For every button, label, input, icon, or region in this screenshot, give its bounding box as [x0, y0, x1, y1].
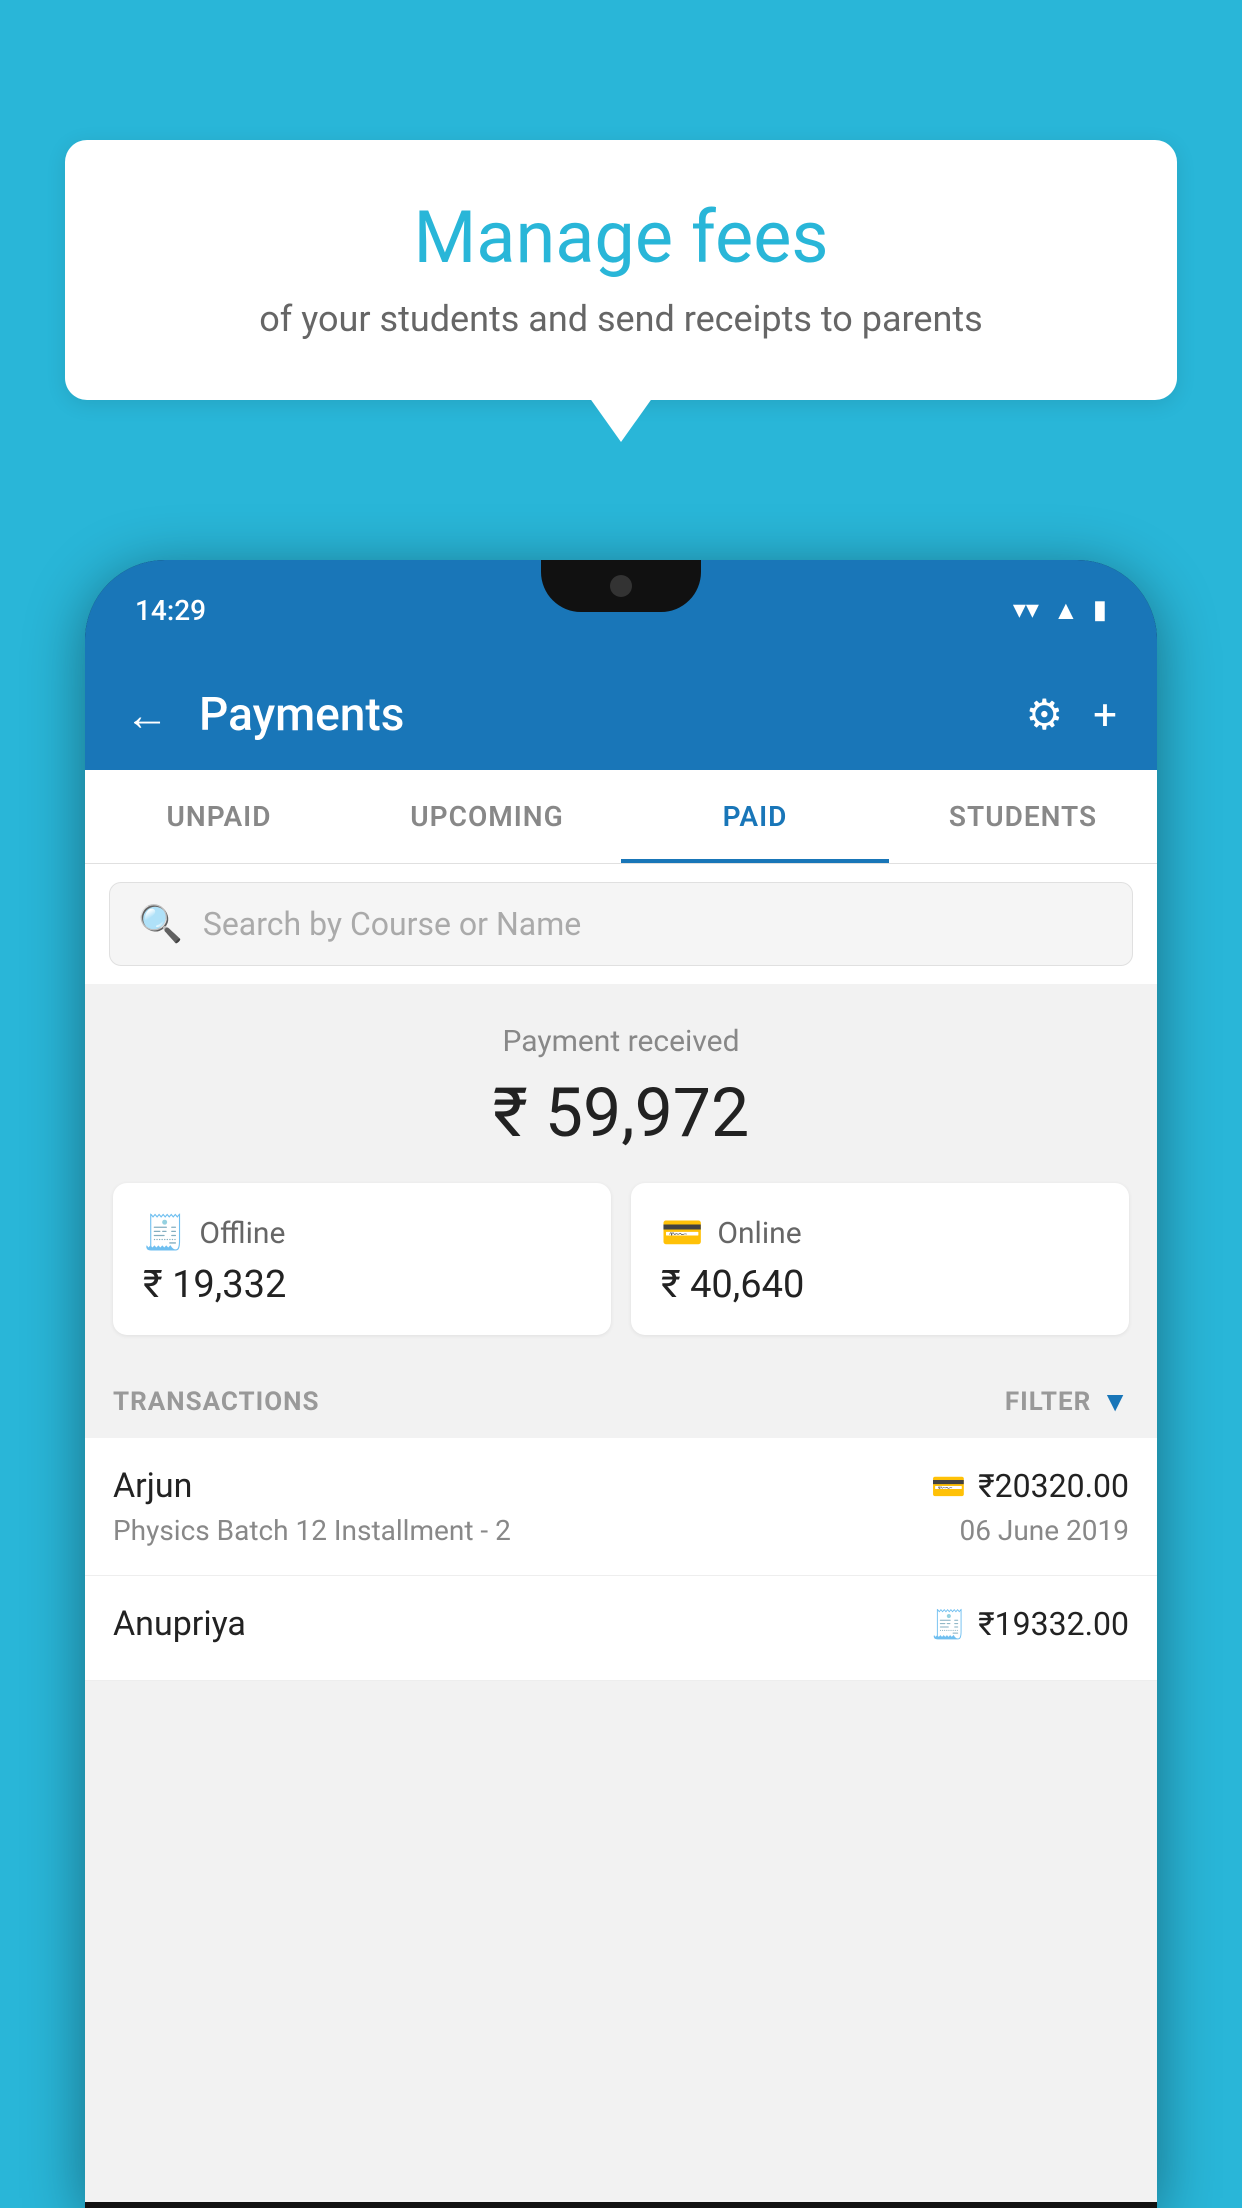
wifi-icon: ▾▾ [1013, 595, 1039, 625]
transaction-item[interactable]: Arjun 💳 ₹20320.00 Physics Batch 12 Insta… [85, 1438, 1157, 1576]
payment-label: Payment received [85, 1024, 1157, 1059]
add-icon[interactable]: + [1093, 691, 1117, 740]
status-time: 14:29 [135, 594, 206, 627]
search-icon: 🔍 [138, 903, 183, 945]
phone-notch [541, 560, 701, 612]
transaction-amount: ₹19332.00 [978, 1605, 1129, 1643]
settings-icon[interactable]: ⚙ [1026, 690, 1064, 740]
payment-summary: Payment received ₹ 59,972 [85, 984, 1157, 1183]
filter-icon: ▼ [1101, 1385, 1129, 1418]
cash-icon: 🧾 [931, 1608, 966, 1641]
offline-card: 🧾 Offline ₹ 19,332 [113, 1183, 611, 1335]
status-bar: 14:29 ▾▾ ▲ ▮ [85, 560, 1157, 660]
transaction-item[interactable]: Anupriya 🧾 ₹19332.00 [85, 1576, 1157, 1681]
tab-students[interactable]: STUDENTS [889, 770, 1157, 863]
search-input[interactable]: Search by Course or Name [203, 905, 581, 943]
header-icons: ⚙ + [1026, 690, 1118, 740]
payment-total-amount: ₹ 59,972 [85, 1073, 1157, 1153]
search-bar[interactable]: 🔍 Search by Course or Name [109, 882, 1133, 966]
transactions-header: TRANSACTIONS FILTER ▼ [85, 1365, 1157, 1438]
online-card: 💳 Online ₹ 40,640 [631, 1183, 1129, 1335]
student-name: Anupriya [113, 1604, 246, 1644]
main-content: 🔍 Search by Course or Name Payment recei… [85, 864, 1157, 2202]
amount-row: 🧾 ₹19332.00 [931, 1605, 1129, 1643]
app-header: ← Payments ⚙ + [85, 660, 1157, 770]
tab-upcoming[interactable]: UPCOMING [353, 770, 621, 863]
amount-row: 💳 ₹20320.00 [931, 1467, 1129, 1505]
transaction-date: 06 June 2019 [959, 1514, 1129, 1547]
header-title: Payments [199, 688, 996, 742]
offline-label: Offline [199, 1216, 285, 1251]
online-label: Online [717, 1216, 801, 1251]
sub-headline: of your students and send receipts to pa… [135, 298, 1107, 340]
back-button[interactable]: ← [125, 689, 169, 741]
tab-unpaid[interactable]: UNPAID [85, 770, 353, 863]
student-name: Arjun [113, 1466, 192, 1506]
tab-paid[interactable]: PAID [621, 770, 889, 863]
speech-bubble: Manage fees of your students and send re… [65, 140, 1177, 400]
filter-label: FILTER [1005, 1387, 1091, 1417]
transactions-label: TRANSACTIONS [113, 1387, 319, 1417]
phone-frame: 14:29 ▾▾ ▲ ▮ ← Payments ⚙ + UNPAID UPCOM… [85, 560, 1157, 2208]
payment-cards: 🧾 Offline ₹ 19,332 💳 Online ₹ 40,640 [85, 1183, 1157, 1365]
tabs-bar: UNPAID UPCOMING PAID STUDENTS [85, 770, 1157, 864]
transaction-amount: ₹20320.00 [978, 1467, 1129, 1505]
battery-icon: ▮ [1093, 595, 1107, 625]
search-container: 🔍 Search by Course or Name [85, 864, 1157, 984]
course-name: Physics Batch 12 Installment - 2 [113, 1514, 511, 1547]
main-headline: Manage fees [135, 195, 1107, 280]
online-amount: ₹ 40,640 [661, 1263, 1099, 1307]
card-icon: 💳 [931, 1470, 966, 1503]
status-icons: ▾▾ ▲ ▮ [1013, 595, 1107, 626]
filter-button[interactable]: FILTER ▼ [1005, 1385, 1129, 1418]
offline-icon: 🧾 [143, 1213, 185, 1253]
camera [610, 575, 632, 597]
signal-icon: ▲ [1053, 595, 1079, 626]
offline-amount: ₹ 19,332 [143, 1263, 581, 1307]
online-icon: 💳 [661, 1213, 703, 1253]
